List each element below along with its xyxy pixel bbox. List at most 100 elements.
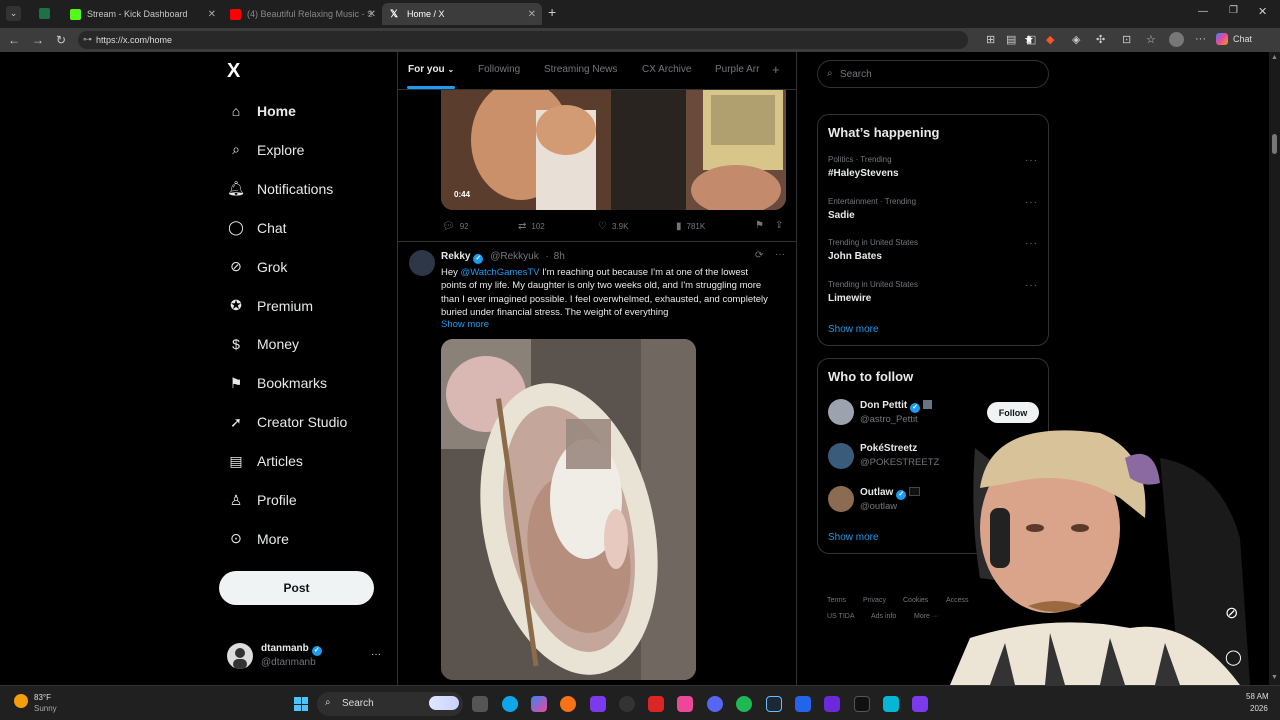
profile-avatar[interactable] — [1169, 32, 1184, 47]
sidebar-item-articles[interactable]: ▤ Articles — [227, 447, 303, 475]
minimize-icon[interactable]: — — [1198, 6, 1208, 17]
forward-icon[interactable]: → — [32, 33, 44, 47]
app-blue-icon[interactable] — [795, 696, 811, 712]
edge-icon[interactable] — [502, 696, 518, 712]
clock-date[interactable]: 2026 — [1250, 704, 1268, 713]
sidebar-item-premium[interactable]: ✪ Premium — [227, 292, 313, 320]
firefox-icon[interactable] — [560, 696, 576, 712]
scroll-up-icon[interactable]: ▲ — [1271, 54, 1278, 61]
footer-link[interactable]: More ··· — [914, 613, 939, 620]
task-view-icon[interactable] — [472, 696, 488, 712]
sidebar-item-chat[interactable]: ◯ Chat — [227, 214, 286, 242]
app-dark-icon[interactable] — [854, 696, 870, 712]
window-close-icon[interactable]: ✕ — [1258, 5, 1267, 18]
views-button[interactable]: ▮ 781K — [676, 221, 705, 232]
footer-link[interactable]: Cookies — [903, 597, 928, 604]
menu-icon[interactable]: ··· — [1195, 33, 1206, 45]
site-info-icon[interactable]: ⊶ — [83, 34, 92, 45]
show-more-link[interactable]: Show more — [828, 532, 879, 543]
footer-link[interactable]: Privacy — [863, 597, 886, 604]
tab-youtube[interactable]: (4) Beautiful Relaxing Music - Stop ✕ — [222, 3, 382, 25]
footer-link[interactable]: US TIDA — [827, 613, 855, 620]
close-icon[interactable]: ✕ — [208, 9, 216, 20]
scroll-thumb[interactable] — [1272, 134, 1277, 154]
sidebar-item-money[interactable]: $ Money — [227, 330, 299, 358]
tab-streaming-news[interactable]: Streaming News — [544, 64, 617, 75]
mention-link[interactable]: @WatchGamesTV — [461, 267, 540, 278]
tweet[interactable]: Rekky ✓ @Rekkyuk · 8h ⟳ ··· Hey @WatchGam… — [398, 241, 796, 685]
app-teal-icon[interactable] — [883, 696, 899, 712]
favorites-icon[interactable]: ☆ — [1146, 33, 1156, 46]
extension2-icon[interactable]: ◈ — [1072, 33, 1080, 46]
reader-icon[interactable]: ▤ — [1006, 33, 1016, 46]
avatar[interactable] — [409, 250, 435, 276]
reply-button[interactable]: 💬︎ 92 — [442, 221, 469, 232]
star-icon[interactable]: ★ — [1024, 33, 1034, 46]
sidebar-item-notifications[interactable]: 🔔︎ Notifications — [227, 175, 333, 203]
steam-icon[interactable] — [766, 696, 782, 712]
url-field[interactable]: ⊶ https://x.com/home — [78, 31, 968, 49]
reload-icon[interactable]: ↻ — [56, 33, 66, 47]
obs-icon[interactable] — [619, 696, 635, 712]
taskbar-search[interactable]: ⌕ Search — [317, 692, 463, 716]
new-tab-button[interactable]: + — [548, 4, 556, 20]
close-icon[interactable]: ✕ — [368, 9, 376, 20]
post-button[interactable]: Post — [219, 571, 374, 605]
footer-link[interactable]: Terms — [827, 597, 846, 604]
page-scrollbar[interactable]: ▲ ▼ — [1269, 52, 1280, 685]
tab-x-home[interactable]: 𝕏 Home / X ✕ — [382, 3, 542, 25]
show-more-link[interactable]: Show more — [828, 324, 879, 335]
close-icon[interactable]: ✕ — [528, 9, 536, 20]
tab-search-icon[interactable]: ⌄ — [6, 6, 21, 21]
tab-cx-archive[interactable]: CX Archive — [642, 64, 691, 75]
tweet-image[interactable] — [441, 339, 696, 680]
sidebar-item-explore[interactable]: ⌕ Explore — [227, 136, 304, 164]
more-icon[interactable]: ··· — [1025, 238, 1038, 249]
tab-kick[interactable]: Stream - Kick Dashboard ✕ — [62, 3, 222, 25]
scroll-down-icon[interactable]: ▼ — [1271, 674, 1278, 681]
tweet-video[interactable]: 0:44 — [441, 90, 786, 210]
discord-icon[interactable] — [707, 696, 723, 712]
sheets-tab[interactable] — [30, 3, 58, 25]
like-button[interactable]: ♡ 3.9K — [598, 221, 628, 232]
x-logo-icon[interactable]: X — [227, 60, 240, 83]
maximize-icon[interactable]: ❐ — [1229, 5, 1238, 16]
sidebar-item-home[interactable]: ⌂ Home — [227, 97, 296, 125]
account-switcher[interactable]: dtanmanb ✓ @dtanmanb ··· — [227, 641, 387, 671]
weather-widget[interactable]: 83°F Sunny — [12, 690, 82, 718]
sidebar-item-grok[interactable]: ⊘ Grok — [227, 253, 287, 281]
tab-for-you[interactable]: For you ⌄ — [408, 64, 454, 75]
search-input[interactable]: ⌕ Search — [817, 60, 1049, 88]
copilot-icon[interactable] — [531, 696, 547, 712]
author-name[interactable]: Rekky — [441, 251, 470, 262]
start-icon[interactable] — [294, 697, 308, 711]
puzzle-icon[interactable]: ✣ — [1096, 33, 1105, 46]
more-icon[interactable]: ··· — [1025, 155, 1038, 166]
footer-link[interactable]: Ads info — [871, 613, 896, 620]
follow-button[interactable]: Follow — [987, 402, 1039, 423]
brave-icon[interactable]: ◆ — [1046, 33, 1054, 46]
fx-icon[interactable] — [912, 696, 928, 712]
sidebar-item-more[interactable]: ⊙ More — [227, 525, 289, 553]
repost-button[interactable]: ⇄ 102 — [518, 221, 545, 232]
back-icon[interactable]: ← — [8, 33, 20, 47]
add-tab-icon[interactable]: + — [772, 62, 780, 77]
tab-following[interactable]: Following — [478, 64, 520, 75]
spotify-icon[interactable] — [736, 696, 752, 712]
more-icon[interactable]: ··· — [1025, 197, 1038, 208]
more-icon[interactable]: ··· — [1025, 280, 1038, 291]
copilot-chat-button[interactable]: Chat — [1216, 33, 1252, 45]
sidebar-item-profile[interactable]: ♙ Profile — [227, 486, 297, 514]
clock-time[interactable]: 58 AM — [1246, 692, 1269, 701]
tweet-time[interactable]: 8h — [554, 251, 565, 262]
app-icon[interactable] — [590, 696, 606, 712]
grok-floating-icon[interactable]: ⊘ — [1225, 603, 1238, 623]
more-icon[interactable]: ··· — [371, 649, 381, 660]
chat-floating-icon[interactable]: ◯ — [1225, 648, 1242, 666]
grok-icon[interactable]: ⟳ — [755, 250, 763, 261]
app-red-icon[interactable] — [648, 696, 664, 712]
share-button[interactable]: ⇪ — [775, 220, 788, 231]
author-handle[interactable]: @Rekkyuk — [490, 251, 539, 262]
bookmark-button[interactable]: ⚑ — [755, 220, 769, 231]
more-icon[interactable]: ··· — [775, 249, 785, 260]
